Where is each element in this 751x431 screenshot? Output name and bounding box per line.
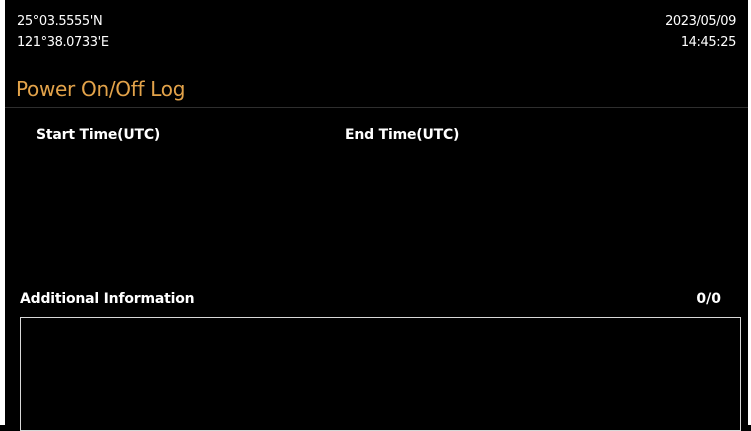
status-bar: 25°03.5555'N 121°38.0733'E 2023/05/09 14…	[5, 0, 748, 64]
latitude-readout: 25°03.5555'N	[17, 14, 103, 29]
power-log-list[interactable]	[20, 150, 735, 280]
date-readout: 2023/05/09	[665, 14, 736, 29]
screen: 25°03.5555'N 121°38.0733'E 2023/05/09 14…	[0, 0, 751, 431]
additional-info-label: Additional Information	[20, 291, 195, 307]
column-header-end-time: End Time(UTC)	[345, 127, 460, 143]
longitude-readout: 121°38.0733'E	[17, 35, 109, 50]
column-header-start-time: Start Time(UTC)	[36, 127, 161, 143]
time-readout: 14:45:25	[680, 35, 737, 50]
additional-info-count: 0/0	[696, 291, 721, 307]
additional-info-box	[20, 317, 741, 431]
page-title: Power On/Off Log	[16, 77, 186, 101]
title-bar: Power On/Off Log	[5, 70, 748, 108]
